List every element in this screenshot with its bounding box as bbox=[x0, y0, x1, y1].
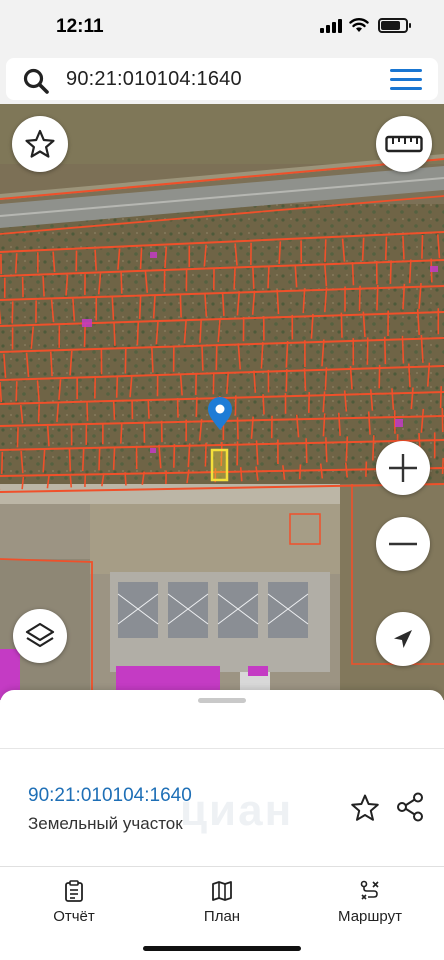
search-icon[interactable] bbox=[22, 67, 50, 95]
search-input[interactable]: 90:21:010104:1640 bbox=[66, 68, 242, 91]
star-icon[interactable] bbox=[350, 793, 380, 823]
search-bar[interactable]: 90:21:010104:1640 bbox=[6, 58, 438, 100]
layers-icon bbox=[25, 622, 55, 648]
tab-report[interactable]: Отчёт bbox=[14, 874, 134, 934]
location-arrow-icon bbox=[394, 630, 412, 648]
battery-icon bbox=[378, 18, 411, 33]
sheet-grabber[interactable] bbox=[198, 698, 246, 703]
star-icon bbox=[25, 129, 55, 158]
bottom-tab-bar: Отчёт План Маршрут bbox=[0, 868, 444, 960]
watermark-logo: циан bbox=[180, 786, 294, 835]
parcel-id-link[interactable]: 90:21:010104:1640 bbox=[28, 785, 192, 807]
share-icon[interactable] bbox=[395, 792, 425, 822]
zoom-out-button[interactable] bbox=[376, 517, 430, 571]
tab-route[interactable]: Маршрут bbox=[310, 874, 430, 934]
map-view[interactable] bbox=[0, 104, 444, 700]
status-bar: 12:11 bbox=[0, 0, 444, 54]
tab-label: Маршрут bbox=[338, 908, 402, 925]
route-icon bbox=[360, 880, 379, 900]
tab-label: Отчёт bbox=[53, 908, 95, 925]
search-area: 90:21:010104:1640 bbox=[0, 54, 444, 104]
tab-label: План bbox=[203, 908, 241, 925]
cellular-signal-icon bbox=[320, 19, 342, 33]
parcel-type-label: Земельный участок bbox=[28, 814, 183, 833]
home-indicator[interactable] bbox=[143, 946, 301, 951]
layers-button[interactable] bbox=[13, 609, 67, 663]
wifi-icon bbox=[349, 18, 369, 32]
tab-plan[interactable]: План bbox=[162, 874, 282, 934]
ruler-button[interactable] bbox=[376, 116, 432, 172]
status-time: 12:11 bbox=[56, 16, 104, 37]
report-icon bbox=[65, 880, 83, 902]
hamburger-menu-icon[interactable] bbox=[390, 69, 422, 91]
ruler-icon bbox=[385, 135, 423, 153]
zoom-in-button[interactable] bbox=[376, 441, 430, 495]
plus-icon bbox=[389, 454, 417, 482]
battery-level bbox=[381, 21, 400, 30]
locate-button[interactable] bbox=[376, 612, 430, 666]
divider bbox=[0, 748, 444, 749]
map-plan-icon bbox=[212, 881, 232, 901]
divider bbox=[0, 866, 444, 867]
parcel-bottom-sheet[interactable]: циан 90:21:010104:1640 Земельный участок bbox=[0, 690, 444, 870]
favorite-map-button[interactable] bbox=[12, 116, 68, 172]
minus-icon bbox=[389, 542, 417, 546]
satellite-map[interactable] bbox=[0, 104, 444, 700]
selected-parcel[interactable] bbox=[210, 448, 229, 482]
